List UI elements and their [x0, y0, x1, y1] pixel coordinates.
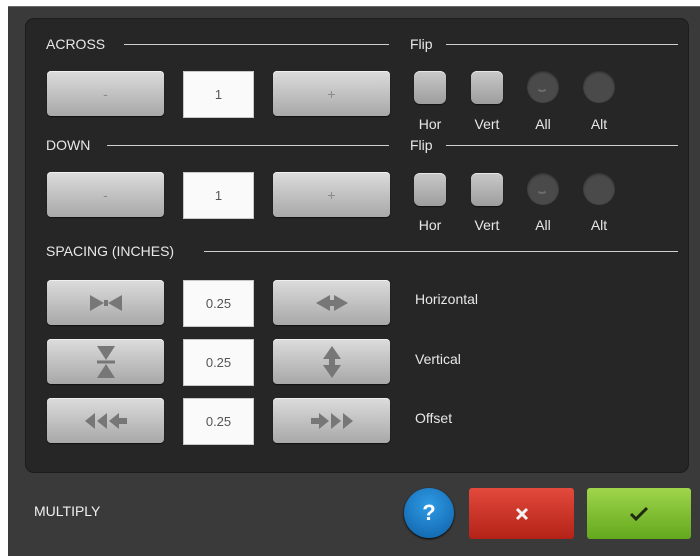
offset-decrease-button[interactable]: [47, 398, 164, 443]
horizontal-label: Horizontal: [415, 291, 479, 307]
down-flip-vert-toggle[interactable]: [471, 173, 503, 206]
down-minus-button[interactable]: -: [47, 172, 164, 217]
triple-arrow-right-icon: [310, 412, 353, 429]
help-button[interactable]: ?: [404, 488, 454, 538]
dialog-title: MULTIPLY: [34, 503, 101, 519]
down-flip-all-caption: All: [535, 217, 551, 233]
horizontal-increase-button[interactable]: [273, 280, 390, 325]
offset-spacing-field[interactable]: 0.25: [183, 398, 254, 445]
down-flip-all-radio[interactable]: [527, 173, 559, 205]
horizontal-spacing-field[interactable]: 0.25: [183, 280, 254, 327]
across-divider: [124, 44, 389, 45]
down-plus-button[interactable]: +: [273, 172, 390, 217]
offset-increase-button[interactable]: [273, 398, 390, 443]
checkmark-icon: [629, 506, 649, 521]
vertical-spacing-field[interactable]: 0.25: [183, 339, 254, 386]
close-x-icon: [515, 507, 528, 520]
offset-label: Offset: [415, 410, 453, 426]
across-flip-all-caption: All: [535, 116, 551, 132]
down-flip-divider: [446, 145, 678, 146]
radio-indicator-icon: [536, 182, 548, 194]
vertical-label: Vertical: [415, 351, 461, 367]
across-flip-label: Flip: [410, 36, 433, 52]
vertical-increase-button[interactable]: [273, 339, 390, 384]
down-divider: [107, 145, 389, 146]
spacing-divider: [204, 251, 678, 252]
down-flip-alt-caption: Alt: [590, 217, 608, 233]
down-flip-hor-caption: Hor: [418, 217, 442, 233]
arrows-inward-vertical-icon: [96, 345, 115, 378]
across-flip-vert-caption: Vert: [474, 116, 500, 132]
spacing-label: SPACING (INCHES): [46, 243, 175, 259]
across-flip-all-radio[interactable]: [527, 71, 559, 103]
across-flip-vert-toggle[interactable]: [471, 71, 503, 104]
across-flip-alt-radio[interactable]: [583, 71, 615, 103]
across-flip-hor-toggle[interactable]: [414, 71, 446, 104]
across-minus-button[interactable]: -: [47, 71, 164, 116]
radio-indicator-icon: [536, 80, 548, 92]
down-flip-vert-caption: Vert: [474, 217, 500, 233]
across-flip-alt-caption: Alt: [590, 116, 608, 132]
across-flip-hor-caption: Hor: [418, 116, 442, 132]
arrows-outward-horizontal-icon: [315, 294, 348, 311]
triple-arrow-left-icon: [84, 412, 127, 429]
down-flip-label: Flip: [410, 137, 433, 153]
across-flip-divider: [446, 44, 678, 45]
help-icon: ?: [422, 500, 436, 525]
arrows-outward-vertical-icon: [322, 345, 341, 378]
cancel-button[interactable]: [469, 488, 574, 539]
horizontal-decrease-button[interactable]: [47, 280, 164, 325]
ok-button[interactable]: [587, 488, 691, 539]
across-label: ACROSS: [46, 36, 106, 52]
across-plus-button[interactable]: +: [273, 71, 390, 116]
vertical-decrease-button[interactable]: [47, 339, 164, 384]
down-flip-alt-radio[interactable]: [583, 173, 615, 205]
down-flip-hor-toggle[interactable]: [414, 173, 446, 206]
down-label: DOWN: [46, 137, 91, 153]
across-value-field[interactable]: 1: [183, 71, 254, 118]
down-value-field[interactable]: 1: [183, 172, 254, 219]
arrows-inward-horizontal-icon: [89, 294, 122, 311]
